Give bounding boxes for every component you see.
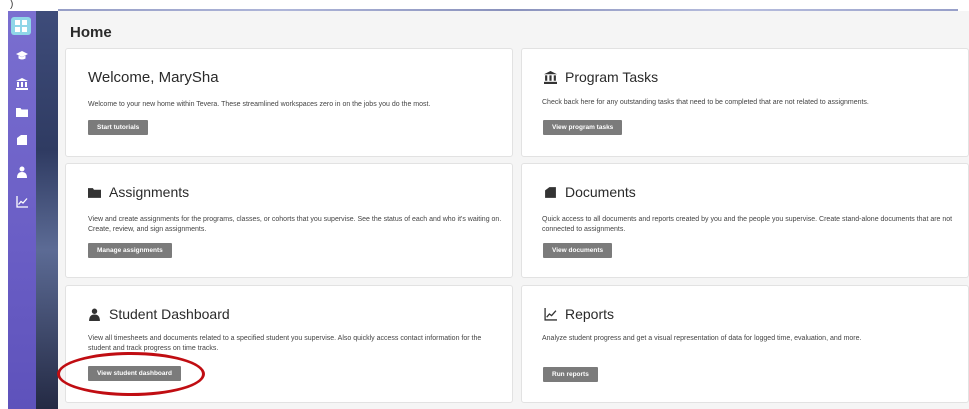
folder-icon [16,108,28,117]
reports-card: Reports Analyze student progress and get… [521,285,969,403]
documents-description: Quick access to all documents and report… [542,215,952,235]
documents-title: Documents [544,184,636,200]
student-dashboard-description: View all timesheets and documents relate… [88,334,481,354]
chart-line-icon [16,196,28,208]
sidebar-item-program-tasks[interactable] [8,73,36,95]
documents-description-line-1: Quick access to all documents and report… [542,216,953,223]
documents-title-text: Documents [565,184,636,200]
student-icon [17,166,27,178]
sidebar-item-documents[interactable] [8,129,36,151]
graduation-cap-icon [16,51,28,60]
assignments-title: Assignments [88,184,189,200]
student-dashboard-description-line-2: student and track progress on time track… [88,345,219,352]
welcome-card: Welcome, MarySha Welcome to your new hom… [65,48,513,157]
folder-icon [88,187,101,198]
sidebar-item-reports[interactable] [8,191,36,213]
main-content: Home Welcome, MarySha Welcome to your ne… [58,11,969,409]
sidebar-item-programs[interactable] [8,45,36,67]
program-tasks-title: Program Tasks [544,69,658,85]
assignments-description: View and create assignments for the prog… [88,215,501,235]
program-tasks-title-text: Program Tasks [565,69,659,85]
desktop-wallpaper [36,11,58,409]
assignments-description-line-1: View and create assignments for the prog… [88,216,502,223]
bank-icon [16,78,28,90]
view-program-tasks-button[interactable]: View program tasks [543,120,623,135]
bank-icon [544,70,557,84]
student-dashboard-title-text: Student Dashboard [109,306,230,322]
view-student-dashboard-button[interactable]: View student dashboard [88,366,182,381]
document-icon [17,135,27,145]
start-tutorials-button[interactable]: Start tutorials [88,120,149,135]
program-tasks-description: Check back here for any outstanding task… [542,99,869,106]
top-strip: ) [0,0,969,12]
chart-line-icon [544,307,557,321]
sidebar [8,11,36,409]
student-dashboard-card: Student Dashboard View all timesheets an… [65,285,513,403]
document-icon [545,186,556,198]
documents-card: Documents Quick access to all documents … [521,163,969,278]
student-dashboard-description-line-1: View all timesheets and documents relate… [88,335,482,342]
dashboard-grid-icon [15,20,27,32]
student-icon [89,308,100,321]
welcome-title-text: Welcome, MarySha [88,69,219,86]
assignments-card: Assignments View and create assignments … [65,163,513,278]
manage-assignments-button[interactable]: Manage assignments [88,243,172,258]
reports-title: Reports [544,306,614,322]
assignments-title-text: Assignments [109,184,190,200]
sidebar-item-assignments[interactable] [8,101,36,123]
page-title: Home [70,24,112,41]
run-reports-button[interactable]: Run reports [543,367,598,382]
welcome-description: Welcome to your new home within Tevera. … [88,101,431,108]
welcome-title: Welcome, MarySha [88,69,219,86]
sidebar-item-home[interactable] [11,17,31,35]
sidebar-item-student-dashboard[interactable] [8,161,36,183]
documents-description-line-2: connected to assignments. [542,226,626,233]
reports-title-text: Reports [565,306,615,322]
assignments-description-line-2: Create, review, and sign assignments. [88,226,207,233]
program-tasks-card: Program Tasks Check back here for any ou… [521,48,969,157]
reports-description: Analyze student progress and get a visua… [542,335,862,342]
view-documents-button[interactable]: View documents [543,243,613,258]
top-fragment: ) [10,0,14,10]
student-dashboard-title: Student Dashboard [88,306,230,322]
